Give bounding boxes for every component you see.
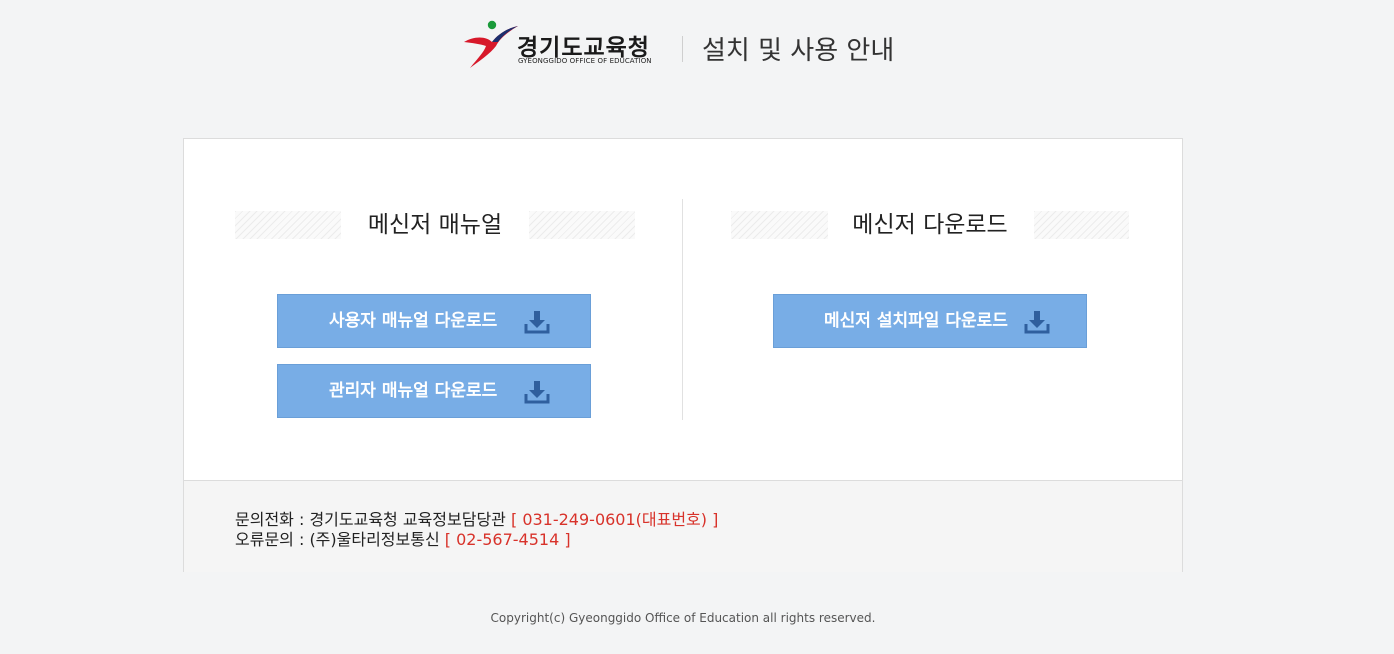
error-inquiry-number: [ 02-567-4514 ] [444,530,571,549]
header-divider [682,36,683,62]
page-title: 설치 및 사용 안내 [702,36,895,66]
gyeonggido-education-logo[interactable]: 경기도교육청 GYEONGGIDO OFFICE OF EDUCATION [462,20,662,70]
main-panel: 메신저 매뉴얼 사용자 매뉴얼 다운로드 관리자 매뉴얼 다운로드 메신저 다운… [183,138,1183,572]
user-manual-download-label: 사용자 매뉴얼 다운로드 [329,311,498,331]
download-icon [1024,311,1050,334]
download-icon [524,311,550,334]
manual-section: 메신저 매뉴얼 사용자 매뉴얼 다운로드 관리자 매뉴얼 다운로드 [184,139,682,479]
section-decoration-left [235,211,341,239]
download-icon [524,381,550,404]
logo-english-text: GYEONGGIDO OFFICE OF EDUCATION [518,57,652,65]
section-decoration-left [731,211,828,239]
download-section-title: 메신저 다운로드 [852,212,1008,238]
admin-manual-download-button[interactable]: 관리자 매뉴얼 다운로드 [277,364,591,418]
manual-section-header: 메신저 매뉴얼 [235,211,635,239]
contact-info: 문의전화 : 경기도교육청 교육정보담당관 [ 031-249-0601(대표번… [184,480,1182,572]
manual-section-title: 메신저 매뉴얼 [367,212,503,238]
section-decoration-right [1034,211,1129,239]
messenger-installer-download-button[interactable]: 메신저 설치파일 다운로드 [773,294,1087,348]
error-inquiry-line: 오류문의 : (주)울타리정보통신 [ 02-567-4514 ] [235,526,571,550]
messenger-installer-download-label: 메신저 설치파일 다운로드 [824,311,1008,331]
section-decoration-right [529,211,635,239]
download-section-header: 메신저 다운로드 [731,211,1129,239]
copyright-text: Copyright(c) Gyeonggido Office of Educat… [490,611,876,625]
logo-emblem-icon [464,20,518,68]
error-inquiry-label: 오류문의 : (주)울타리정보통신 [235,530,440,549]
admin-manual-download-label: 관리자 매뉴얼 다운로드 [329,381,498,401]
messenger-download-section: 메신저 다운로드 메신저 설치파일 다운로드 [683,139,1182,479]
user-manual-download-button[interactable]: 사용자 매뉴얼 다운로드 [277,294,591,348]
page-header: 경기도교육청 GYEONGGIDO OFFICE OF EDUCATION 설치… [0,0,1394,90]
